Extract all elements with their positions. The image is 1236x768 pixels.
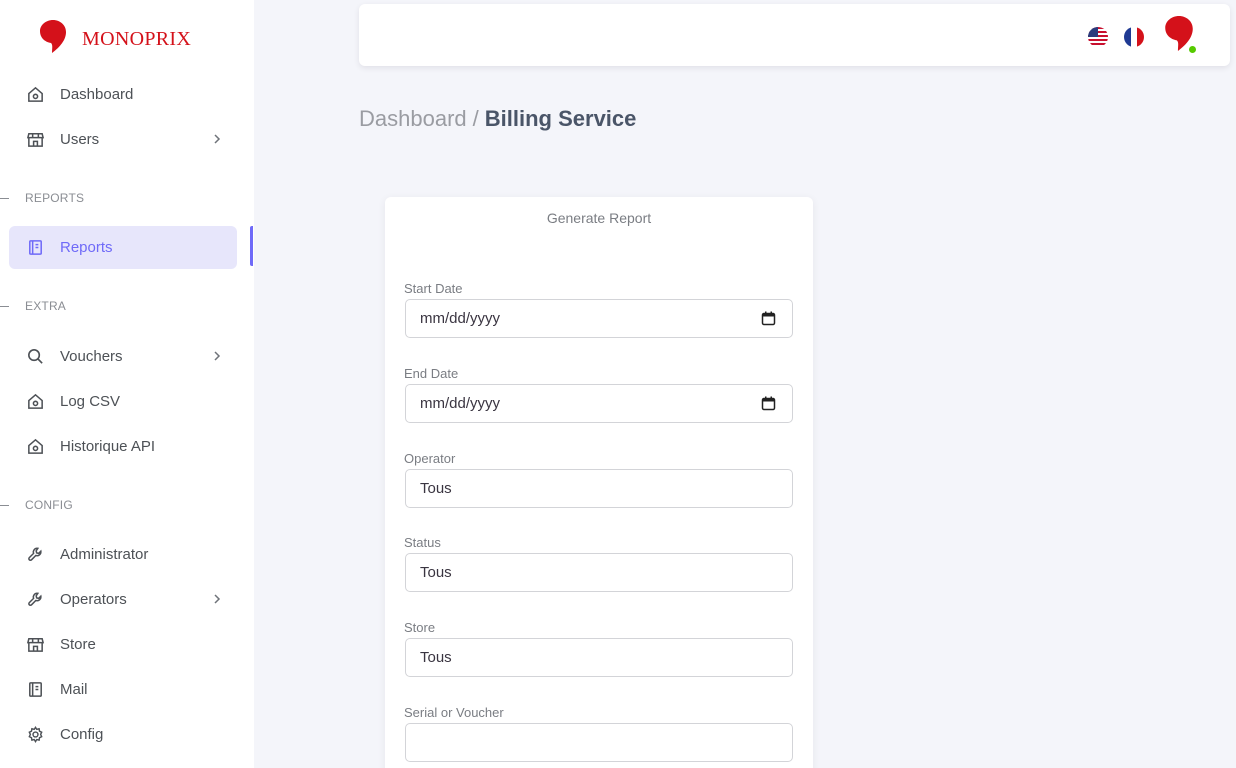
sidebar-item-label: Store [60,636,96,653]
store-select[interactable]: Tous [405,638,793,677]
generate-report-card: Generate Report Start Date mm/dd/yyyy En… [385,197,813,768]
active-indicator [250,226,253,266]
home-icon [25,437,45,457]
status-label: Status [404,535,441,550]
sidebar-item-label: Reports [60,239,113,256]
sidebar-item-log-csv[interactable]: Log CSV [9,380,237,423]
monoprix-logo-icon [40,20,66,53]
section-header-config: CONFIG [0,497,73,513]
user-avatar[interactable] [1163,16,1199,56]
notebook-icon [25,680,45,700]
section-header-extra: EXTRA [0,298,66,314]
brand-logo[interactable]: MONOPRIX [40,20,191,54]
serial-voucher-label: Serial or Voucher [404,705,504,720]
serial-voucher-input[interactable] [405,723,793,762]
breadcrumb: Dashboard / Billing Service [359,106,636,132]
chevron-right-icon [214,594,221,604]
sidebar-item-users[interactable]: Users [9,118,237,161]
online-status-dot [1188,45,1197,54]
end-date-value: mm/dd/yyyy [420,395,501,412]
start-date-input[interactable]: mm/dd/yyyy [405,299,793,338]
section-header-reports: REPORTS [0,190,84,206]
sidebar-item-dashboard[interactable]: Dashboard [9,73,237,116]
sidebar-item-label: Log CSV [60,393,121,410]
operator-select[interactable]: Tous [405,469,793,508]
end-date-label: End Date [404,366,459,381]
start-date-label: Start Date [404,281,463,296]
sidebar-item-operators[interactable]: Operators [9,578,237,621]
brand-name: MONOPRIX [82,27,192,50]
store-icon [25,130,45,150]
store-value: Tous [420,649,452,666]
sidebar-item-store[interactable]: Store [9,623,237,666]
page-title: Billing Service [484,106,637,131]
chevron-right-icon [214,351,221,361]
calendar-icon[interactable] [761,311,776,326]
sidebar-item-historique-api[interactable]: Historique API [9,425,237,468]
store-label: Store [404,620,436,635]
status-value: Tous [420,564,452,581]
sidebar-item-label: Administrator [60,546,149,563]
sidebar-item-reports[interactable]: Reports [9,226,237,269]
sidebar-item-label: Mail [60,681,88,698]
sidebar-item-label: Historique API [60,438,156,455]
home-icon [25,85,45,105]
sidebar-item-label: Config [60,726,104,743]
end-date-input[interactable]: mm/dd/yyyy [405,384,793,423]
sidebar-item-label: Operators [60,591,127,608]
sidebar-item-mail[interactable]: Mail [9,668,237,711]
card-title: Generate Report [546,210,652,226]
operator-value: Tous [420,480,452,497]
sidebar-item-vouchers[interactable]: Vouchers [9,335,237,378]
operator-label: Operator [404,451,456,466]
breadcrumb-parent[interactable]: Dashboard [359,106,467,131]
chevron-right-icon [214,134,221,144]
calendar-icon[interactable] [761,396,776,411]
store-icon [25,635,45,655]
home-icon [25,392,45,412]
search-icon [25,347,45,367]
wrench-icon [25,590,45,610]
notebook-icon [25,238,45,258]
breadcrumb-separator: / [472,106,479,131]
france-flag-icon[interactable] [1124,27,1144,47]
us-flag-icon[interactable] [1088,27,1108,47]
status-select[interactable]: Tous [405,553,793,592]
sidebar-item-label: Dashboard [60,86,134,103]
top-navbar [359,4,1230,66]
sidebar-item-label: Vouchers [60,348,123,365]
sidebar: MONOPRIX Dashboard Users REPORTS Reports… [0,0,254,768]
start-date-value: mm/dd/yyyy [420,310,501,327]
sidebar-item-config[interactable]: Config [9,713,237,756]
sidebar-item-administrator[interactable]: Administrator [9,533,237,576]
wrench-icon [25,545,45,565]
gear-icon [25,725,45,745]
sidebar-item-label: Users [60,131,100,148]
